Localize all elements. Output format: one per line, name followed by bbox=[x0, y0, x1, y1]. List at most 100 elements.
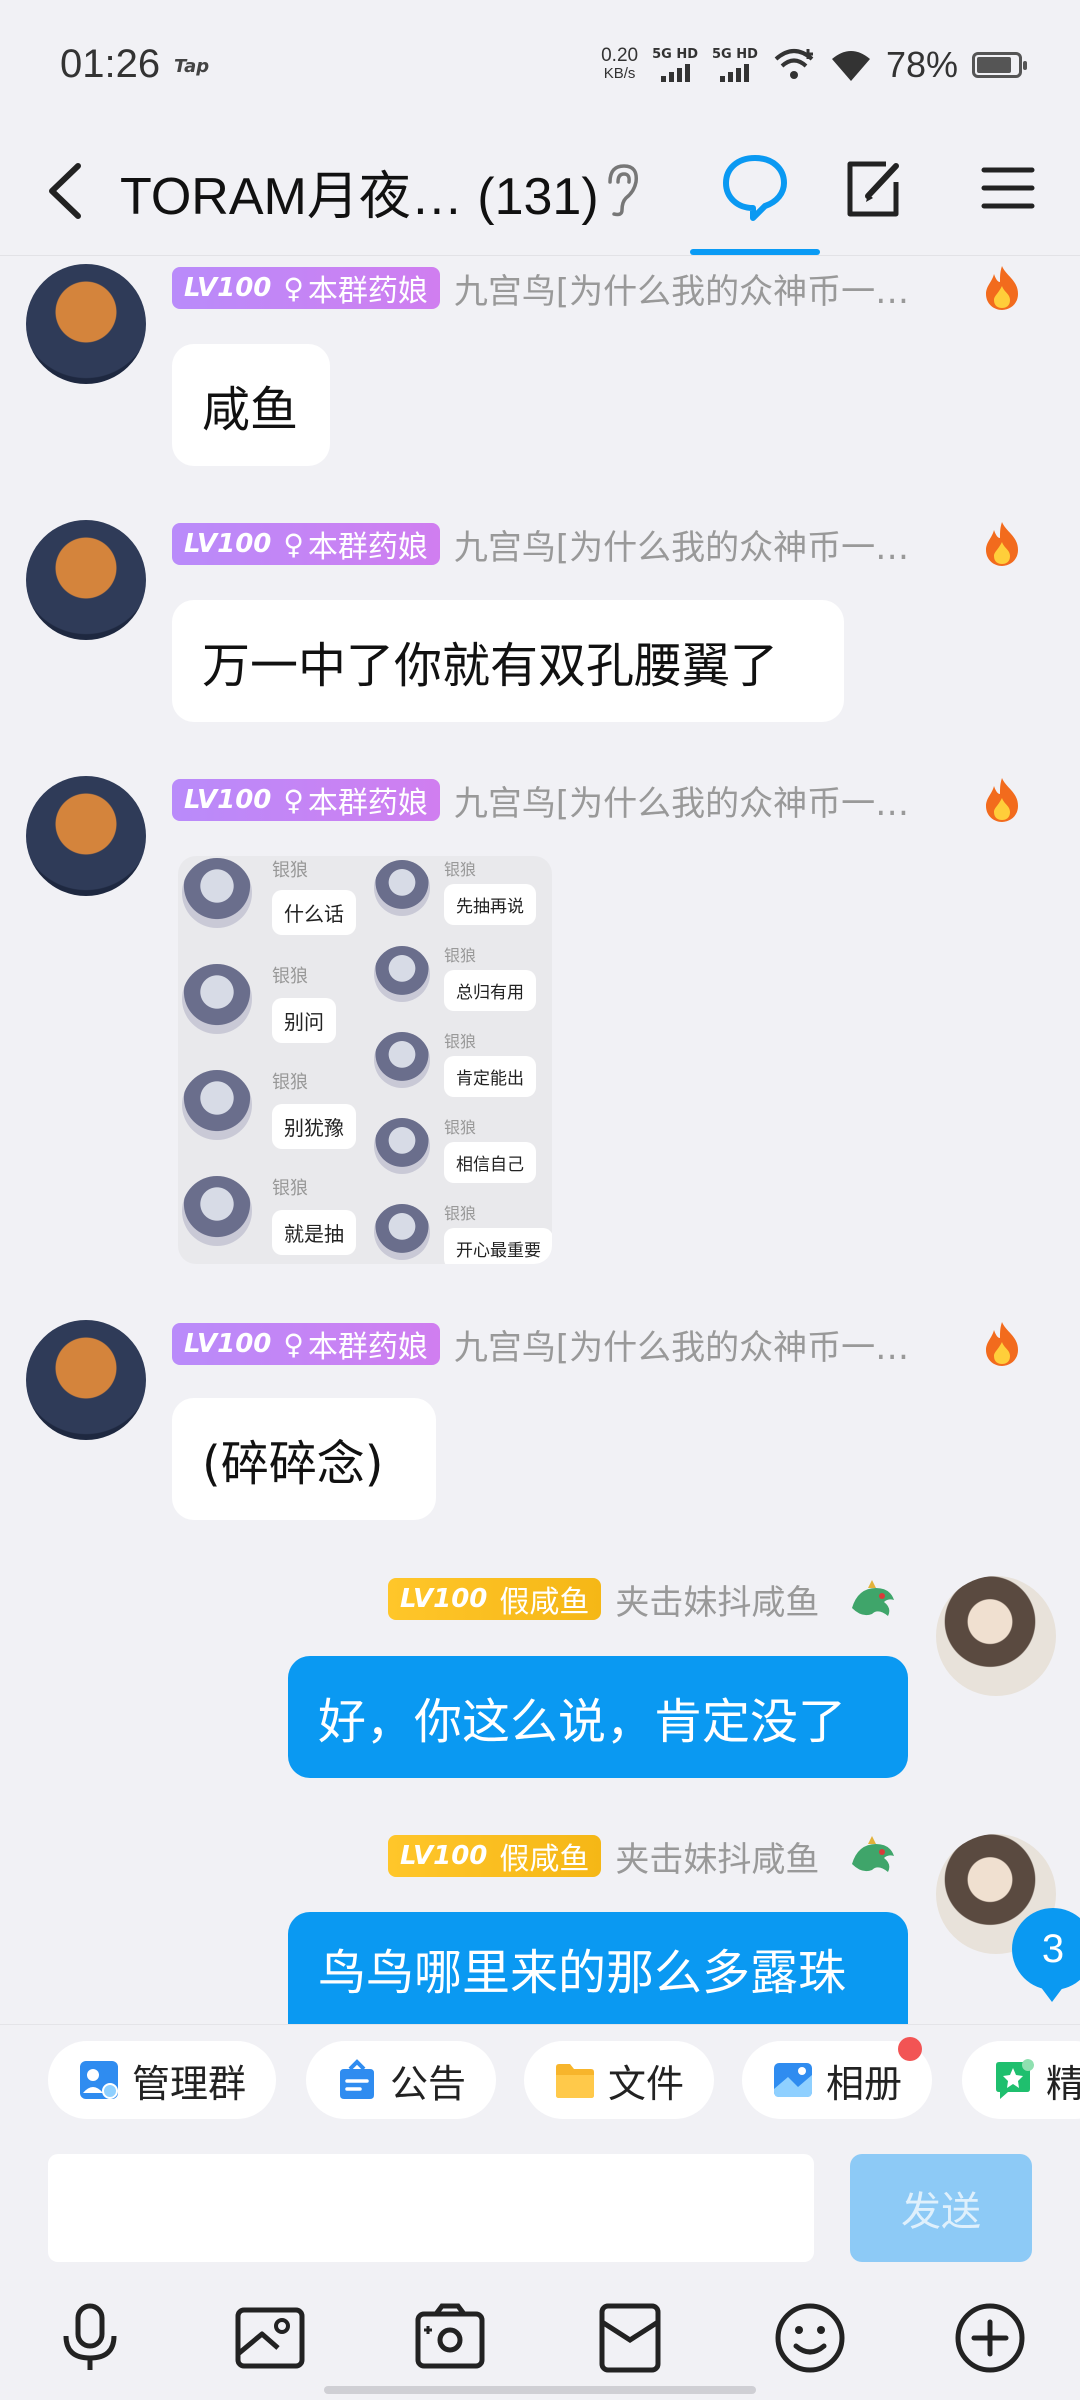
fire-icon[interactable] bbox=[980, 776, 1024, 824]
plus-icon[interactable] bbox=[952, 2300, 1028, 2376]
sim2-label: 5G HD bbox=[712, 47, 758, 62]
folder-icon bbox=[556, 2064, 594, 2098]
message-sender-info: LV100 假咸鱼 夹击妹抖咸鱼 bbox=[388, 1835, 819, 1880]
level-label: LV100 bbox=[184, 785, 272, 815]
sticker-avatar bbox=[374, 946, 430, 1002]
female-symbol-icon: ♀ bbox=[283, 527, 304, 561]
chip-label: 文件 bbox=[608, 2061, 685, 2106]
sticker-avatar bbox=[374, 1032, 430, 1088]
image-icon[interactable] bbox=[232, 2300, 308, 2376]
group-title-badge: LV100 ♀ 本群药娘 bbox=[172, 1323, 440, 1365]
signal-sim2-icon: 5G HD bbox=[712, 48, 758, 82]
title-label: 本群药娘 bbox=[307, 1330, 428, 1365]
sticker-sender-name: 银狼 bbox=[272, 1178, 308, 1199]
level-label: LV100 bbox=[400, 1841, 488, 1871]
sticker-avatar bbox=[374, 1204, 430, 1260]
sender-nickname[interactable]: 夹击妹抖咸鱼 bbox=[615, 1832, 819, 1881]
avatar[interactable] bbox=[26, 520, 146, 640]
message-bubble[interactable]: (碎碎念) bbox=[172, 1398, 436, 1520]
sticker-avatar bbox=[182, 1176, 252, 1246]
sticker-avatar bbox=[182, 1070, 252, 1140]
level-label: LV100 bbox=[184, 1329, 272, 1359]
avatar[interactable] bbox=[26, 264, 146, 384]
menu-icon[interactable] bbox=[978, 158, 1038, 218]
battery-percent: 78% bbox=[885, 44, 958, 85]
sticker-avatar bbox=[182, 858, 252, 928]
group-title-badge: LV100 假咸鱼 bbox=[388, 1578, 602, 1620]
message-bubble[interactable]: 万一中了你就有双孔腰翼了 bbox=[172, 600, 844, 722]
group-title-badge: LV100 ♀ 本群药娘 bbox=[172, 267, 440, 309]
avatar[interactable] bbox=[26, 1320, 146, 1440]
sticker-text: 总归有用 bbox=[444, 970, 536, 1011]
dragon-icon[interactable] bbox=[848, 1834, 898, 1878]
sticker-sender-name: 银狼 bbox=[272, 1072, 308, 1093]
message-bubble[interactable]: 鸟鸟哪里来的那么多露珠 bbox=[288, 1912, 908, 2024]
level-label: LV100 bbox=[400, 1584, 488, 1614]
message-bubble[interactable]: 咸鱼 bbox=[172, 344, 330, 466]
female-symbol-icon: ♀ bbox=[283, 271, 304, 305]
sender-nickname[interactable]: 夹击妹抖咸鱼 bbox=[615, 1575, 819, 1624]
sticker-avatar bbox=[374, 860, 430, 916]
emoji-icon[interactable] bbox=[772, 2300, 848, 2376]
group-title-badge: LV100 假咸鱼 bbox=[388, 1835, 602, 1877]
sticker-image[interactable]: 银狼 什么话 银狼 别问 银狼 别犹豫 银狼 就是抽 银狼 先抽再说 银狼 总归… bbox=[178, 856, 552, 1264]
sim1-label: 5G HD bbox=[652, 47, 699, 62]
message-bubble[interactable]: 好，你这么说，肯定没了 bbox=[288, 1656, 908, 1778]
signal-sim1-icon: 5G HD bbox=[652, 48, 698, 82]
sticker-sender-name: 银狼 bbox=[272, 966, 308, 987]
level-label: LV100 bbox=[184, 529, 272, 559]
featured-button[interactable]: 精 bbox=[962, 2041, 1080, 2119]
sticker-sender-name: 银狼 bbox=[272, 860, 308, 881]
manage-group-button[interactable]: 管理群 bbox=[48, 2041, 277, 2119]
sticker-text: 开心最重要 bbox=[444, 1228, 552, 1264]
dragon-icon[interactable] bbox=[848, 1578, 898, 1622]
sender-nickname[interactable]: 九宫鸟[为什么我的众神币一… bbox=[454, 1320, 909, 1369]
new-indicator-dot bbox=[898, 2037, 923, 2061]
edit-note-icon[interactable] bbox=[838, 154, 908, 224]
chip-label: 公告 bbox=[390, 2061, 467, 2106]
unread-count-badge[interactable]: 3 bbox=[1012, 1908, 1080, 2002]
camera-icon[interactable] bbox=[412, 2300, 488, 2376]
title-label: 本群药娘 bbox=[307, 274, 428, 309]
message-sender-info: LV100 ♀ 本群药娘 九宫鸟[为什么我的众神币一… bbox=[172, 523, 909, 568]
avatar[interactable] bbox=[26, 776, 146, 896]
announcement-icon bbox=[340, 2059, 374, 2099]
message-input[interactable] bbox=[48, 2154, 814, 2262]
chip-label: 精 bbox=[1046, 2053, 1080, 2108]
avatar[interactable] bbox=[936, 1576, 1056, 1696]
album-icon bbox=[774, 2063, 812, 2097]
title-label: 本群药娘 bbox=[307, 786, 428, 821]
sticker-text: 就是抽 bbox=[272, 1210, 356, 1255]
fire-icon[interactable] bbox=[980, 1320, 1024, 1368]
announcement-button[interactable]: 公告 bbox=[306, 2041, 497, 2119]
title-label: 假咸鱼 bbox=[499, 1842, 590, 1877]
files-button[interactable]: 文件 bbox=[524, 2041, 715, 2119]
fire-icon[interactable] bbox=[980, 264, 1024, 312]
group-title[interactable]: TORAM月夜… (131) bbox=[120, 154, 599, 229]
fire-icon[interactable] bbox=[980, 520, 1024, 568]
group-title-badge: LV100 ♀ 本群药娘 bbox=[172, 779, 440, 821]
sticker-avatar bbox=[182, 964, 252, 1034]
back-arrow-icon[interactable] bbox=[38, 156, 98, 226]
sender-nickname[interactable]: 九宫鸟[为什么我的众神币一… bbox=[454, 520, 909, 569]
message-input-row: 发送 bbox=[0, 2140, 1080, 2280]
red-packet-icon[interactable] bbox=[592, 2300, 668, 2376]
home-indicator[interactable] bbox=[324, 2386, 756, 2394]
sticker-text: 什么话 bbox=[272, 890, 356, 935]
ear-icon[interactable] bbox=[602, 160, 642, 220]
message-sender-info: LV100 假咸鱼 夹击妹抖咸鱼 bbox=[388, 1578, 819, 1623]
wifi-icon bbox=[831, 51, 870, 81]
title-label: 假咸鱼 bbox=[499, 1585, 590, 1620]
level-label: LV100 bbox=[184, 273, 272, 303]
featured-icon bbox=[996, 2059, 1034, 2099]
tab-chat[interactable] bbox=[690, 130, 820, 255]
sticker-sender-name: 银狼 bbox=[444, 860, 477, 879]
sender-nickname[interactable]: 九宫鸟[为什么我的众神币一… bbox=[454, 776, 909, 825]
sticker-sender-name: 银狼 bbox=[444, 1204, 477, 1223]
send-button[interactable]: 发送 bbox=[850, 2154, 1032, 2262]
album-button[interactable]: 相册 bbox=[742, 2037, 933, 2119]
taptap-notification-icon: Tap bbox=[174, 56, 210, 77]
microphone-icon[interactable] bbox=[52, 2300, 128, 2376]
input-toolbar bbox=[0, 2280, 1080, 2400]
sender-nickname[interactable]: 九宫鸟[为什么我的众神币一… bbox=[454, 264, 909, 313]
